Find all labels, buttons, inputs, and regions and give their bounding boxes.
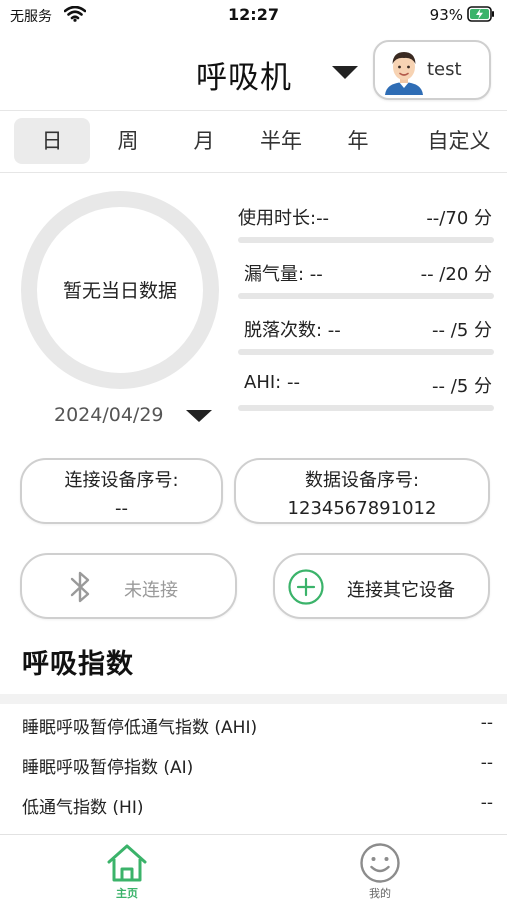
metric-label: 使用时长:-- — [238, 208, 330, 229]
header-divider — [0, 110, 507, 111]
no-data-text: 暂无当日数据 — [62, 280, 177, 302]
device-title[interactable]: 呼吸机 — [196, 52, 292, 97]
metric-usage-time: 使用时长:-- --/70 分 — [238, 204, 494, 244]
tab-half-year[interactable]: 半年 — [244, 118, 318, 164]
smiley-icon — [359, 842, 401, 888]
index-label: 睡眠呼吸暂停指数 (AI) — [22, 758, 194, 778]
nav-home[interactable]: 主页 — [87, 839, 167, 900]
metric-bar — [238, 237, 494, 243]
tab-year[interactable]: 年 — [326, 118, 390, 164]
index-value: -- — [480, 793, 493, 813]
section-title: 呼吸指数 — [22, 649, 134, 680]
period-tabs: 日 周 月 半年 年 自定义 — [0, 116, 507, 166]
status-bar: 无服务 12:27 93% — [0, 0, 507, 30]
metric-score: -- /20 分 — [420, 264, 492, 285]
tab-month[interactable]: 月 — [172, 118, 236, 164]
metric-score: -- /5 分 — [432, 376, 492, 397]
tab-week[interactable]: 周 — [96, 118, 160, 164]
home-icon — [105, 841, 149, 889]
index-label: 睡眠呼吸暂停低通气指数 (AHI) — [22, 718, 258, 738]
battery-charging-icon — [467, 6, 495, 26]
nav-label: 主页 — [116, 887, 138, 900]
tab-day[interactable]: 日 — [14, 118, 90, 164]
avatar — [381, 47, 427, 95]
data-device-serial: 数据设备序号: 1234567891012 — [234, 458, 490, 524]
list-item[interactable]: 睡眠呼吸暂停指数 (AI) -- — [0, 740, 507, 780]
chevron-down-icon[interactable] — [332, 66, 358, 79]
list-item[interactable]: 低通气指数 (HI) -- — [0, 780, 507, 820]
metric-label: 脱落次数: -- — [244, 320, 341, 341]
metric-bar — [238, 293, 494, 299]
battery-percent: 93% — [429, 6, 463, 24]
metric-leakage: 漏气量: -- -- /20 分 — [238, 260, 494, 300]
metric-bar — [238, 349, 494, 355]
tabs-divider — [0, 172, 507, 173]
add-circle-icon — [287, 568, 325, 610]
index-value: -- — [480, 713, 493, 733]
chevron-down-icon[interactable] — [186, 410, 212, 422]
connect-other-device-button[interactable]: 连接其它设备 — [273, 553, 490, 619]
metric-score: -- /5 分 — [432, 320, 492, 341]
connect-other-label: 连接其它设备 — [347, 580, 455, 601]
user-name: test — [427, 59, 462, 80]
user-button[interactable]: test — [373, 40, 491, 100]
index-value: -- — [480, 753, 493, 773]
bluetooth-status-label: 未连接 — [124, 580, 178, 601]
bluetooth-icon — [68, 569, 94, 609]
metric-ahi: AHI: -- -- /5 分 — [238, 372, 494, 412]
nav-label: 我的 — [369, 887, 391, 900]
serial-value: -- — [115, 498, 128, 519]
nav-mine[interactable]: 我的 — [340, 839, 420, 900]
metric-label: AHI: -- — [244, 372, 300, 393]
serial-label: 数据设备序号: — [304, 470, 420, 491]
bluetooth-status-button[interactable]: 未连接 — [20, 553, 237, 619]
serial-label: 连接设备序号: — [64, 470, 179, 491]
index-label: 低通气指数 (HI) — [22, 798, 144, 818]
metric-disconnect-count: 脱落次数: -- -- /5 分 — [238, 316, 494, 356]
connected-device-serial: 连接设备序号: -- — [20, 458, 223, 524]
metric-bar — [238, 405, 494, 411]
indices-list: 睡眠呼吸暂停低通气指数 (AHI) -- 睡眠呼吸暂停指数 (AI) -- 低通… — [0, 694, 507, 834]
date-label[interactable]: 2024/04/29 — [54, 404, 164, 426]
tab-custom[interactable]: 自定义 — [412, 118, 506, 164]
app-header: 呼吸机 test — [0, 36, 507, 106]
list-item[interactable]: 睡眠呼吸暂停低通气指数 (AHI) -- — [0, 700, 507, 740]
serial-value: 1234567891012 — [287, 498, 437, 519]
metric-label: 漏气量: -- — [244, 264, 323, 285]
bottom-nav: 主页 我的 — [0, 834, 507, 900]
metric-score: --/70 分 — [426, 208, 492, 229]
